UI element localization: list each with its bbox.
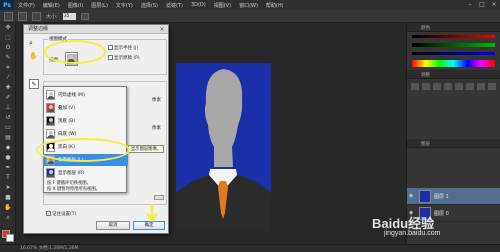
- brush-tool-icon[interactable]: ✐: [2, 93, 14, 103]
- eyedropper-tool-icon[interactable]: ⁄: [2, 73, 14, 83]
- menu-layer[interactable]: 图层(L): [87, 2, 112, 9]
- view-thumb-icon: [46, 103, 55, 113]
- marquee-tool-icon[interactable]: ⬚: [2, 33, 14, 43]
- options-bar: 大小: 35: [0, 10, 500, 23]
- menu-view[interactable]: 视图(V): [210, 2, 235, 9]
- pen-tool-icon[interactable]: ✒: [2, 163, 14, 173]
- menu-type[interactable]: 文字(Y): [112, 2, 137, 9]
- history-brush-tool-icon[interactable]: ↺: [2, 113, 14, 123]
- show-original-checkbox[interactable]: [108, 55, 113, 60]
- view-option-label: 显示图层 (R): [58, 171, 85, 176]
- color-ramp[interactable]: [412, 60, 495, 68]
- dodge-tool-icon[interactable]: ●: [2, 153, 14, 163]
- view-tooltip: 显示图层图像。: [128, 145, 165, 153]
- lasso-tool-icon[interactable]: ʘ: [2, 43, 14, 53]
- blue-slider[interactable]: [412, 51, 495, 56]
- dialog-close-icon[interactable]: ×: [158, 26, 166, 33]
- refine-radius-tool-icon[interactable]: ✎: [29, 79, 39, 89]
- view-option-label: 白底 (W): [58, 132, 77, 137]
- minimize-button[interactable]: –: [465, 1, 475, 9]
- view-option-label: 黑底 (B): [58, 119, 76, 124]
- crop-tool-icon[interactable]: ⌗: [2, 63, 14, 73]
- path-select-tool-icon[interactable]: ➤: [2, 183, 14, 193]
- view-option-marching-ants[interactable]: 闪烁虚线 (M): [44, 89, 128, 101]
- right-dock: 颜色 调整 图层 ◉ 图层 1 ◉ 图层 0: [406, 23, 500, 244]
- feather-unit: 像素: [152, 126, 161, 131]
- view-option-on-black[interactable]: 黑底 (B): [44, 115, 128, 127]
- menu-help[interactable]: 帮助(H): [262, 2, 288, 9]
- view-option-overlay[interactable]: 叠加 (V): [44, 102, 128, 114]
- layer-name[interactable]: 图层 0: [434, 210, 449, 217]
- layer-row[interactable]: ◉ 图层 1: [407, 188, 500, 205]
- color-panel-tab[interactable]: 颜色: [407, 23, 500, 32]
- quick-select-tool-icon[interactable]: ✎: [2, 53, 14, 63]
- menu-edit[interactable]: 编辑(E): [39, 2, 64, 9]
- tool-preset-icon[interactable]: [4, 11, 13, 21]
- view-option-reveal-layer[interactable]: 显示图层 (R): [44, 167, 128, 179]
- view-thumb-icon: [46, 168, 55, 178]
- background-color-swatch[interactable]: [6, 234, 14, 242]
- red-slider[interactable]: [412, 35, 495, 39]
- healing-tool-icon[interactable]: ✚: [2, 83, 14, 93]
- remember-settings-checkbox[interactable]: ✓: [46, 211, 51, 216]
- type-tool-icon[interactable]: T: [2, 173, 14, 183]
- menu-file[interactable]: 文件(F): [14, 2, 39, 9]
- view-thumb-icon: [46, 129, 55, 139]
- annotation-circle-option: [36, 138, 130, 162]
- menu-window[interactable]: 窗口(W): [235, 2, 262, 9]
- adjustments-panel-tab[interactable]: 调整: [407, 70, 500, 79]
- shape-tool-icon[interactable]: ■: [2, 193, 14, 203]
- gradient-tool-icon[interactable]: ▤: [2, 133, 14, 143]
- photoshop-logo: Ps: [0, 0, 14, 10]
- show-original-option[interactable]: 显示原稿 (P): [108, 55, 140, 61]
- layers-panel-tab[interactable]: 图层: [407, 139, 500, 148]
- layers-panel-options: [407, 148, 500, 188]
- annotation-arrow-icon: [145, 204, 159, 223]
- hand-icon[interactable]: ✋: [29, 52, 38, 60]
- baidu-watermark-url: jingyan.baidu.com: [384, 230, 441, 237]
- dialog-title: 调整边缘: [24, 25, 168, 34]
- view-option-label: 闪烁虚线 (M): [58, 93, 85, 98]
- show-radius-checkbox[interactable]: [108, 45, 113, 50]
- output-dropdown[interactable]: [154, 195, 164, 200]
- size-label: 大小:: [46, 13, 58, 20]
- show-radius-option[interactable]: 显示半径 (J): [108, 45, 138, 51]
- size-input[interactable]: 35: [62, 12, 76, 20]
- menu-bar: Ps 文件(F) 编辑(E) 图像(I) 图层(L) 文字(Y) 选择(S) 滤…: [0, 0, 500, 10]
- layer-name[interactable]: 图层 1: [434, 193, 449, 200]
- cancel-button[interactable]: 取消: [96, 221, 130, 230]
- brush-add-icon[interactable]: [18, 11, 27, 21]
- menu-select[interactable]: 选择(S): [137, 2, 162, 9]
- image-canvas[interactable]: [176, 63, 271, 231]
- eraser-tool-icon[interactable]: ▭: [2, 123, 14, 133]
- stamp-tool-icon[interactable]: ⊥: [2, 103, 14, 113]
- view-thumb-icon: [46, 116, 55, 126]
- view-option-label: 叠加 (V): [58, 106, 76, 111]
- size-dropdown[interactable]: [80, 12, 89, 20]
- zoom-tool-icon[interactable]: ⌕: [2, 213, 14, 223]
- layer-thumbnail: [419, 189, 431, 203]
- view-hint-x: 按 X 键暂时停用所有视图。: [47, 187, 100, 192]
- menu-image[interactable]: 图像(I): [64, 2, 87, 9]
- menu-filter[interactable]: 滤镜(T): [162, 2, 187, 9]
- close-window-button[interactable]: ×: [489, 1, 499, 9]
- radius-unit: 像素: [152, 98, 161, 103]
- move-tool-icon[interactable]: ✥: [2, 23, 14, 33]
- green-slider[interactable]: [412, 43, 495, 47]
- view-thumb-icon: [46, 90, 55, 100]
- brush-subtract-icon[interactable]: [32, 11, 41, 21]
- maximize-button[interactable]: □: [477, 1, 487, 9]
- visibility-eye-icon[interactable]: ◉: [409, 193, 416, 199]
- blur-tool-icon[interactable]: ◆: [2, 143, 14, 153]
- menu-3d[interactable]: 3D(D): [187, 2, 210, 8]
- color-panel: [407, 32, 500, 70]
- toolbox: ✥ ⬚ ʘ ✎ ⌗ ⁄ ✚ ✐ ⊥ ↺ ▭ ▤ ◆ ● ✒ T ➤ ■ ✋ ⌕: [0, 23, 16, 244]
- status-bar: 16.67% 文档:1.26M/1.26M: [0, 244, 500, 252]
- annotation-circle-view: [44, 40, 106, 64]
- zoom-icon[interactable]: ⌕: [29, 39, 33, 48]
- adjustments-panel: [407, 79, 500, 139]
- hand-tool-icon[interactable]: ✋: [2, 203, 14, 213]
- remember-settings-option[interactable]: ✓ 记住设置(T): [46, 211, 76, 217]
- portrait-image: [176, 63, 271, 231]
